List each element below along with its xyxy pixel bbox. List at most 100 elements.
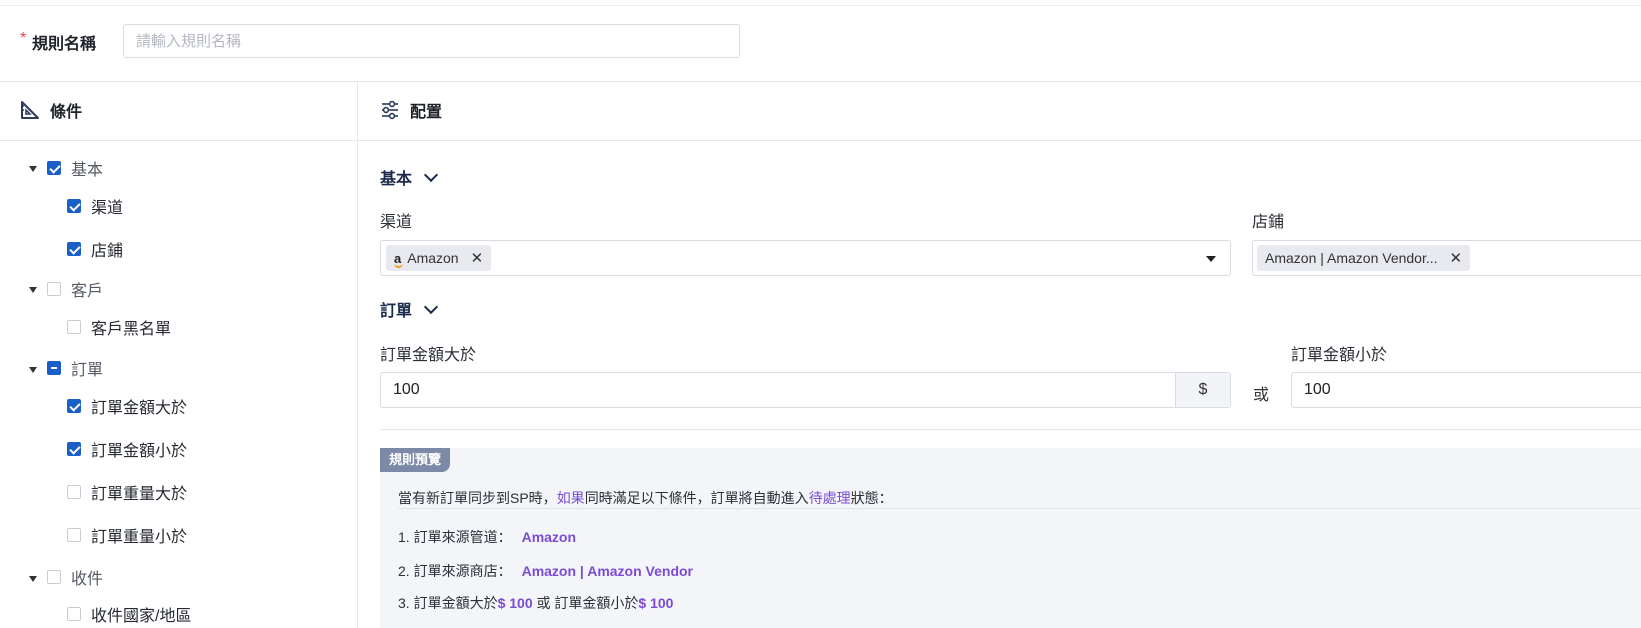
amazon-logo-icon: a [394, 250, 404, 268]
section-basic-header[interactable]: 基本 [380, 165, 439, 189]
config-panel-title: 配置 [380, 98, 442, 122]
preview-value: Amazon | Amazon Vendor [521, 563, 693, 579]
tree-node-order[interactable]: 訂單 [47, 356, 103, 380]
checkbox[interactable] [67, 399, 81, 413]
tree-node-recipient[interactable]: 收件 [47, 565, 103, 589]
checkbox[interactable] [67, 528, 81, 542]
tag-label: Amazon [407, 250, 459, 266]
preview-value: $ 100 [638, 595, 674, 611]
preview-line-1: 1. 訂單來源管道： Amazon [398, 527, 576, 547]
required-mark: * [20, 30, 27, 47]
preview-value: $ 100 [497, 595, 533, 611]
preview-line-2: 2. 訂單來源商店： Amazon | Amazon Vendor [398, 561, 693, 581]
tree-node-order-amount-lt[interactable]: 訂單金額小於 [67, 437, 187, 461]
tree-node-label: 收件國家/地區 [91, 608, 192, 625]
amount-gt-input[interactable]: 100 $ [380, 372, 1231, 408]
rule-name-input[interactable] [123, 24, 740, 58]
input-value: 100 [1304, 381, 1331, 398]
tree-node-order-amount-gt[interactable]: 訂單金額大於 [67, 394, 187, 418]
caret-down-icon[interactable] [29, 166, 37, 172]
section-order-header[interactable]: 訂單 [380, 297, 439, 321]
caret-down-icon[interactable] [29, 287, 37, 293]
config-title-text: 配置 [410, 104, 443, 121]
or-text: 或 [1253, 387, 1270, 404]
amount-gt-label: 訂單金額大於 [380, 347, 477, 364]
tree-node-basic[interactable]: 基本 [47, 156, 103, 180]
checkbox[interactable] [47, 161, 61, 175]
rule-name-row: * 規則名稱 [0, 22, 1641, 58]
preview-value: Amazon [521, 529, 577, 545]
amount-lt-input[interactable]: 100 [1291, 372, 1641, 408]
preview-text: 3. 訂單金額大於 [398, 595, 498, 611]
tree-node-label: 客戶黑名單 [91, 321, 172, 338]
preview-highlight: 待處理 [808, 490, 851, 506]
checkbox[interactable] [67, 485, 81, 499]
preview-text: 狀態： [850, 490, 893, 506]
caret-down-icon[interactable] [29, 576, 37, 582]
checkbox[interactable] [67, 607, 81, 621]
tree-node-customer[interactable]: 客戶 [47, 277, 103, 301]
preview-intro: 當有新訂單同步到SP時，如果同時滿足以下條件，訂單將自動進入待處理狀態： [398, 488, 893, 508]
section-title: 訂單 [380, 303, 413, 320]
tree-node-channel[interactable]: 渠道 [67, 194, 123, 218]
tree-node-label: 店鋪 [91, 243, 124, 260]
chevron-down-icon[interactable] [423, 299, 439, 315]
checkbox[interactable] [67, 442, 81, 456]
caret-down-icon[interactable] [29, 367, 37, 373]
divider [0, 140, 1641, 141]
tree-node-label: 訂單金額小於 [91, 443, 188, 460]
tree-node-label: 訂單重量大於 [91, 486, 188, 503]
section-title: 基本 [380, 171, 413, 188]
preview-line-3: 3. 訂單金額大於$ 100 或 訂單金額小於$ 100 [398, 593, 673, 613]
store-label: 店鋪 [1252, 214, 1285, 231]
preview-text: 同時滿足以下條件，訂單將自動進入 [584, 490, 809, 506]
conditions-title-text: 條件 [50, 104, 83, 121]
tree-node-label: 基本 [71, 162, 104, 179]
dropdown-arrow-icon[interactable] [1206, 256, 1216, 262]
preview-text: 1. 訂單來源管道： [398, 529, 512, 545]
tree-node-label: 客戶 [71, 283, 104, 300]
checkbox[interactable] [47, 282, 61, 296]
close-icon[interactable]: ✕ [471, 249, 484, 267]
checkbox[interactable] [47, 361, 61, 375]
amount-lt-label: 訂單金額小於 [1291, 347, 1388, 364]
panel-divider [357, 82, 358, 628]
triangle-ruler-icon [20, 100, 40, 120]
chevron-down-icon[interactable] [423, 167, 439, 183]
tree-node-label: 訂單 [71, 362, 104, 379]
channel-label: 渠道 [380, 214, 413, 231]
preview-divider [398, 508, 1641, 509]
preview-badge: 規則預覽 [380, 448, 451, 472]
checkbox[interactable] [67, 242, 81, 256]
preview-highlight: 如果 [556, 490, 585, 506]
divider [380, 429, 1641, 430]
currency-unit: $ [1175, 373, 1230, 407]
close-icon[interactable]: ✕ [1450, 249, 1463, 267]
tree-node-customer-blacklist[interactable]: 客戶黑名單 [67, 315, 171, 339]
tree-node-order-weight-gt[interactable]: 訂單重量大於 [67, 480, 187, 504]
tree-node-label: 收件 [71, 571, 104, 588]
channel-select[interactable]: a Amazon ✕ [380, 240, 1231, 276]
rule-name-label: 規則名稱 [32, 36, 97, 53]
sliders-icon [380, 100, 400, 120]
checkbox[interactable] [47, 570, 61, 584]
divider [0, 81, 1641, 82]
tree-node-recipient-country[interactable]: 收件國家/地區 [67, 602, 191, 626]
preview-text: 當有新訂單同步到SP時， [398, 490, 557, 506]
preview-text: 或 訂單金額小於 [532, 595, 639, 611]
checkbox[interactable] [67, 320, 81, 334]
tree-node-store[interactable]: 店鋪 [67, 237, 123, 261]
tree-node-order-weight-lt[interactable]: 訂單重量小於 [67, 523, 187, 547]
store-tag: Amazon | Amazon Vendor... ✕ [1257, 245, 1471, 271]
checkbox[interactable] [67, 199, 81, 213]
store-select[interactable]: Amazon | Amazon Vendor... ✕ [1252, 240, 1641, 276]
input-value: 100 [393, 381, 420, 398]
preview-text: 2. 訂單來源商店： [398, 563, 512, 579]
rule-preview: 規則預覽 當有新訂單同步到SP時，如果同時滿足以下條件，訂單將自動進入待處理狀態… [380, 448, 1641, 628]
conditions-panel-title: 條件 [20, 98, 82, 122]
top-divider [0, 5, 1641, 6]
channel-tag: a Amazon ✕ [386, 245, 492, 271]
tag-label: Amazon | Amazon Vendor... [1265, 250, 1438, 266]
tree-node-label: 渠道 [91, 200, 124, 217]
tree-node-label: 訂單金額大於 [91, 400, 188, 417]
